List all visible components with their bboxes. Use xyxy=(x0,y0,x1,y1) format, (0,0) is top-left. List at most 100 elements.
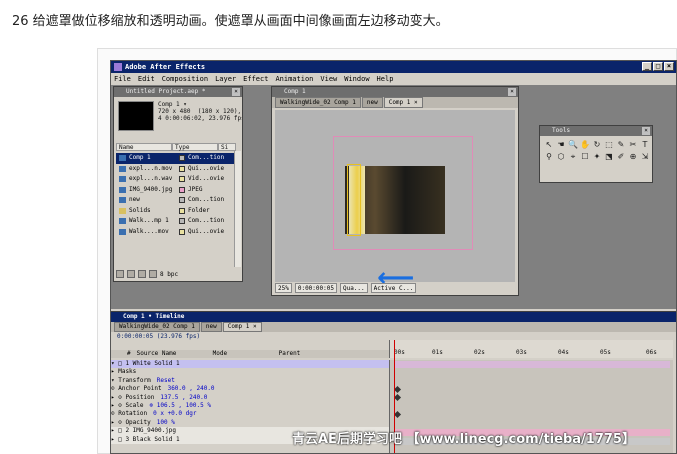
list-item[interactable]: expl...n.mov Qui...ovie xyxy=(116,164,234,175)
item-name: new xyxy=(129,196,140,203)
menu-effect[interactable]: Effect xyxy=(243,73,268,85)
composition-title: Comp 1 xyxy=(284,88,306,95)
composition-tabs: WalkingWide_02 Comp 1 new Comp 1 × xyxy=(272,97,518,108)
item-name: Solids xyxy=(129,206,151,214)
menu-window[interactable]: Window xyxy=(344,73,369,85)
pen-tool-icon[interactable]: ✎ xyxy=(616,140,626,150)
close-icon[interactable]: × xyxy=(232,88,240,96)
menu-edit[interactable]: Edit xyxy=(138,73,155,85)
anchor-tool-icon[interactable]: ⌖ xyxy=(568,152,578,162)
hand-tool-icon[interactable]: ☚ xyxy=(556,140,566,150)
label-swatch xyxy=(179,186,185,193)
tab-new[interactable]: new xyxy=(200,322,222,332)
property-value[interactable]: ⊗ 106.5 , 100.5 % xyxy=(150,402,211,410)
pan-tool-icon[interactable]: ✋ xyxy=(580,140,590,150)
property-row[interactable]: ▸ ⊙ Scale ⊗ 106.5 , 100.5 % xyxy=(111,402,389,410)
menu-layer[interactable]: Layer xyxy=(215,73,236,85)
reset-link[interactable]: Reset xyxy=(157,377,175,385)
tab-comp-1[interactable]: Comp 1 × xyxy=(222,322,262,332)
keyframe-icon[interactable] xyxy=(393,385,402,394)
column-source-name[interactable]: Source Name xyxy=(137,350,207,358)
eraser-tool-icon[interactable]: ⇲ xyxy=(640,152,650,162)
list-item[interactable]: new Com...tion xyxy=(116,195,234,206)
label-swatch xyxy=(179,155,185,161)
layer-bar-white-solid[interactable] xyxy=(394,361,670,368)
timeline-tabs: WalkingWide_02 Comp 1 new Comp 1 × xyxy=(111,322,676,332)
keyframe-icon[interactable] xyxy=(393,410,402,419)
rectangle-mask-tool-icon[interactable]: ⬚ xyxy=(604,140,614,150)
menu-composition[interactable]: Composition xyxy=(162,73,208,85)
star-tool-icon[interactable]: ✦ xyxy=(592,152,602,162)
new-folder-icon[interactable] xyxy=(127,270,135,278)
menu-view[interactable]: View xyxy=(320,73,337,85)
minimize-icon[interactable]: _ xyxy=(642,62,652,71)
text-tool-icon[interactable]: T xyxy=(640,140,650,150)
property-value[interactable]: 0 x +0.0 dgr xyxy=(153,410,196,418)
selection-tool-icon[interactable]: ↖ xyxy=(544,140,554,150)
clone-tool-icon[interactable]: ⊕ xyxy=(628,152,638,162)
property-row[interactable]: ▸ Masks xyxy=(111,368,389,376)
property-value[interactable]: 100 % xyxy=(157,419,175,427)
item-name: expl...n.mov xyxy=(129,164,173,172)
tab-new[interactable]: new xyxy=(361,97,383,108)
close-icon[interactable]: × xyxy=(508,88,516,96)
new-comp-icon[interactable] xyxy=(138,270,146,278)
shape-tool-icon[interactable]: ⬡ xyxy=(556,152,566,162)
property-row[interactable]: ⊙ Anchor Point 360.0 , 240.0 xyxy=(111,385,389,393)
menu-animation[interactable]: Animation xyxy=(275,73,313,85)
item-name: Comp 1 xyxy=(129,154,151,161)
layer-row[interactable]: ▾ □ 1 White Solid 1 xyxy=(111,360,389,369)
property-row[interactable]: ▸ ⊙ Opacity 100 % xyxy=(111,419,389,427)
list-item[interactable]: Comp 1 Com...tion xyxy=(116,153,234,164)
time-ruler[interactable]: 00s 01s 02s 03s 04s 05s 06s xyxy=(389,340,673,358)
column-size[interactable]: Si xyxy=(218,143,236,151)
keyframe-icon[interactable] xyxy=(393,393,402,402)
current-time[interactable]: 0:00:00:05 xyxy=(294,283,337,293)
maximize-icon[interactable]: □ xyxy=(653,62,663,71)
resolution-select[interactable]: Qua... xyxy=(339,283,368,293)
project-scrollbar[interactable] xyxy=(234,151,241,267)
item-type: Qui...ovie xyxy=(188,164,225,172)
watermark: 青云AE后期学习吧 【www.linecg.com/tieba/1775】 xyxy=(292,432,635,447)
zoom-tool-icon[interactable]: 🔍 xyxy=(568,140,578,150)
list-item[interactable]: Walk...mp 1 Com...tion xyxy=(116,216,234,227)
bit-depth-button[interactable]: 8 bpc xyxy=(160,270,178,279)
camera-select[interactable]: Active C... xyxy=(370,283,417,293)
close-icon[interactable]: × xyxy=(642,127,650,135)
property-row[interactable]: ⊙ Rotation 0 x +0.0 dgr xyxy=(111,410,389,418)
scissors-icon[interactable]: ✂ xyxy=(628,140,638,150)
column-parent[interactable]: Parent xyxy=(279,350,301,358)
ruler-tick: 00s xyxy=(394,349,405,356)
item-name: Walk....mov xyxy=(129,227,169,235)
brush-tool-icon[interactable]: ✐ xyxy=(616,152,626,162)
tab-walkingwide-comp[interactable]: WalkingWide_02 Comp 1 xyxy=(275,97,361,108)
column-type[interactable]: Type xyxy=(172,143,218,151)
zoom-level[interactable]: 25% xyxy=(275,283,292,293)
fill-tool-icon[interactable]: ⬔ xyxy=(604,152,614,162)
menu-help[interactable]: Help xyxy=(377,73,394,85)
composition-viewer[interactable]: ⟵ xyxy=(275,110,515,291)
menu-file[interactable]: File xyxy=(114,73,131,85)
find-icon[interactable] xyxy=(116,270,124,278)
column-mode[interactable]: Mode xyxy=(213,350,273,358)
mask-tool-icon[interactable]: ☐ xyxy=(580,152,590,162)
column-name[interactable]: Name xyxy=(116,143,172,151)
mask-path[interactable] xyxy=(347,164,361,236)
rotate-tool-icon[interactable]: ↻ xyxy=(592,140,602,150)
property-row[interactable]: ▾ Transform Reset xyxy=(111,377,389,385)
ae-app-icon xyxy=(114,63,122,71)
tab-comp-1[interactable]: Comp 1 × xyxy=(383,97,423,108)
tab-walkingwide-comp[interactable]: WalkingWide_02 Comp 1 xyxy=(114,322,200,332)
tutorial-heading: 26 给遮罩做位移缩放和透明动画。使遮罩从画面中间像画面左边移动变大。 xyxy=(12,14,449,29)
list-item[interactable]: IMG_9400.jpg JPEG xyxy=(116,185,234,196)
property-row[interactable]: ▸ ⊙ Position 137.5 , 240.0 xyxy=(111,394,389,402)
property-value[interactable]: 360.0 , 240.0 xyxy=(168,385,215,393)
column-number[interactable]: # xyxy=(127,350,131,358)
list-item[interactable]: Walk....mov Qui...ovie xyxy=(116,227,234,238)
list-item[interactable]: expl...n.wav Vid...ovie xyxy=(116,174,234,185)
list-item[interactable]: Solids Folder xyxy=(116,206,234,217)
property-value[interactable]: 137.5 , 240.0 xyxy=(160,394,207,402)
puppet-tool-icon[interactable]: ⚲ xyxy=(544,152,554,162)
close-icon[interactable]: × xyxy=(664,62,674,71)
trash-icon[interactable] xyxy=(149,270,157,278)
